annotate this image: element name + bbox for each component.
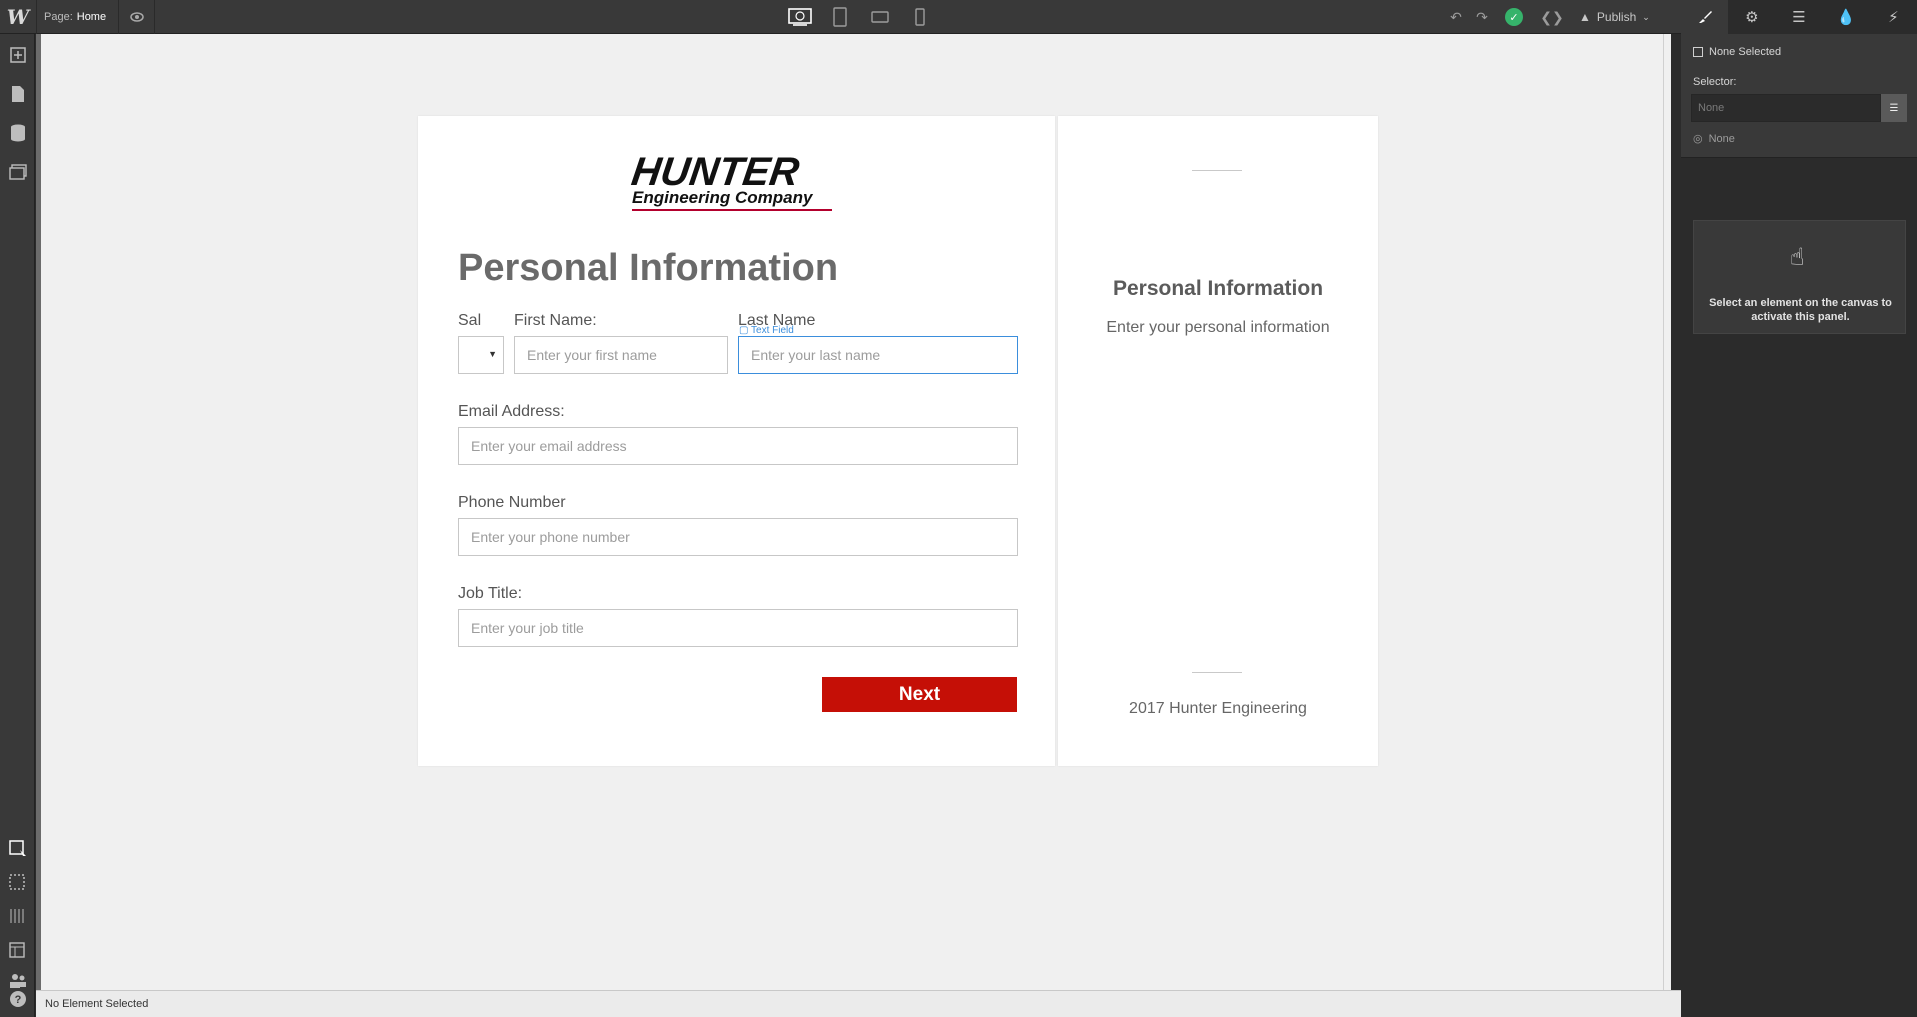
navigator-icon[interactable]: ☰ [1775, 0, 1822, 34]
device-switcher [780, 0, 940, 34]
activate-panel-notice: ☝ Select an element on the canvas to act… [1693, 220, 1906, 334]
page-selector[interactable]: Page: Home [44, 0, 106, 34]
top-toolbar: W Page: Home ↶ ↷ ✓ ❮❯ ▲ Publish ⌄ ⚙ ☰ 💧 … [0, 0, 1917, 34]
phone-label: Phone Number [458, 494, 566, 511]
pointer-hand-icon: ☝ [1790, 244, 1805, 271]
phone-portrait-icon[interactable] [900, 0, 940, 34]
sidebar-title: Personal Information [1112, 277, 1324, 300]
divider [36, 0, 37, 34]
pages-icon[interactable] [0, 77, 35, 111]
state-row[interactable]: ◎ None [1693, 132, 1735, 146]
page-name: Home [76, 11, 107, 23]
salutation-select[interactable]: ▼ [458, 336, 504, 374]
none-selected-label: None Selected [1709, 46, 1782, 58]
dropdown-arrow-icon: ▼ [488, 349, 497, 359]
selector-menu-icon[interactable]: ☰ [1881, 94, 1907, 122]
show-edges-icon[interactable] [0, 866, 35, 900]
selector-input[interactable]: None [1691, 94, 1881, 122]
next-button[interactable]: Next [822, 677, 1017, 712]
right-tools: ↶ ↷ ✓ ❮❯ ▲ Publish ⌄ [1443, 0, 1658, 34]
design-canvas[interactable]: HUNTER Engineering Company Personal Info… [36, 34, 1671, 990]
select-element-icon[interactable] [0, 832, 35, 866]
divider [118, 0, 119, 34]
divider [1192, 170, 1242, 171]
checkbox-icon [1693, 47, 1703, 57]
redo-icon[interactable]: ↷ [1469, 0, 1495, 34]
first-name-label: First Name: [514, 312, 597, 329]
email-input[interactable] [458, 427, 1018, 465]
phone-landscape-icon[interactable] [860, 0, 900, 34]
preview-eye-icon[interactable] [122, 0, 152, 34]
publish-button[interactable]: ▲ Publish ⌄ [1571, 0, 1658, 34]
panel-tabs: ⚙ ☰ 💧 ⚡ [1681, 0, 1917, 34]
color-drops-icon[interactable]: 💧 [1823, 0, 1870, 34]
undo-icon[interactable]: ↶ [1443, 0, 1469, 34]
status-text: No Element Selected [45, 998, 149, 1010]
sidebar-footer: 2017 Hunter Engineering [1129, 700, 1307, 717]
job-title-label: Job Title: [458, 585, 523, 602]
publish-label: Publish [1596, 10, 1637, 24]
selector-section: None Selected Selector: None ☰ ◎ None [1681, 34, 1917, 158]
rocket-icon: ▲ [1579, 10, 1591, 24]
status-bar: No Element Selected [36, 990, 1681, 1017]
email-label: Email Address: [458, 403, 565, 420]
sidebar-subtitle: Enter your personal information [1106, 319, 1330, 336]
code-icon[interactable]: ❮❯ [1533, 0, 1571, 34]
help-icon[interactable]: ? [0, 982, 35, 1016]
settings-gear-icon[interactable]: ⚙ [1728, 0, 1775, 34]
target-icon: ◎ [1693, 133, 1703, 145]
logo-underline [632, 209, 832, 211]
text-field-tag: ▢ Text Field [739, 325, 794, 336]
grid-overlay-icon[interactable] [0, 900, 35, 934]
page-prefix: Page: [44, 11, 73, 23]
divider [154, 0, 155, 34]
job-title-input[interactable] [458, 609, 1018, 647]
publish-status-icon[interactable]: ✓ [1495, 0, 1533, 34]
left-toolbar: ? [0, 34, 35, 1017]
tablet-icon[interactable] [820, 0, 860, 34]
canvas-scrollbar[interactable] [1663, 34, 1671, 990]
text-field-tag-label: Text Field [751, 325, 794, 336]
xray-mode-icon[interactable] [0, 934, 35, 968]
interactions-bolt-icon[interactable]: ⚡ [1870, 0, 1917, 34]
logo-hunter: HUNTER [628, 150, 802, 194]
style-brush-icon[interactable] [1681, 0, 1729, 34]
first-name-input[interactable] [514, 336, 728, 374]
desktop-icon[interactable] [780, 0, 820, 34]
divider [1192, 672, 1242, 673]
chevron-down-icon: ⌄ [1642, 11, 1650, 22]
state-label: None [1708, 132, 1735, 145]
cms-database-icon[interactable] [0, 116, 35, 150]
activate-text: Select an element on the canvas to activ… [1709, 297, 1892, 323]
none-selected-row[interactable]: None Selected [1693, 46, 1781, 58]
webflow-logo[interactable]: W [0, 0, 36, 34]
sal-label: Sal [458, 312, 482, 329]
form-title: Personal Information [458, 247, 839, 289]
style-panel: None Selected Selector: None ☰ ◎ None ☝ … [1681, 34, 1917, 1017]
info-sidebar-card: Personal Information Enter your personal… [1058, 116, 1378, 766]
last-name-input[interactable] [738, 336, 1018, 374]
hunter-logo: HUNTER Engineering Company [628, 150, 842, 211]
assets-images-icon[interactable] [0, 155, 35, 189]
phone-input[interactable] [458, 518, 1018, 556]
svg-text:?: ? [14, 994, 21, 1006]
selector-label: Selector: [1693, 76, 1737, 88]
form-card: HUNTER Engineering Company Personal Info… [418, 116, 1055, 766]
add-panel-icon[interactable] [0, 38, 35, 72]
